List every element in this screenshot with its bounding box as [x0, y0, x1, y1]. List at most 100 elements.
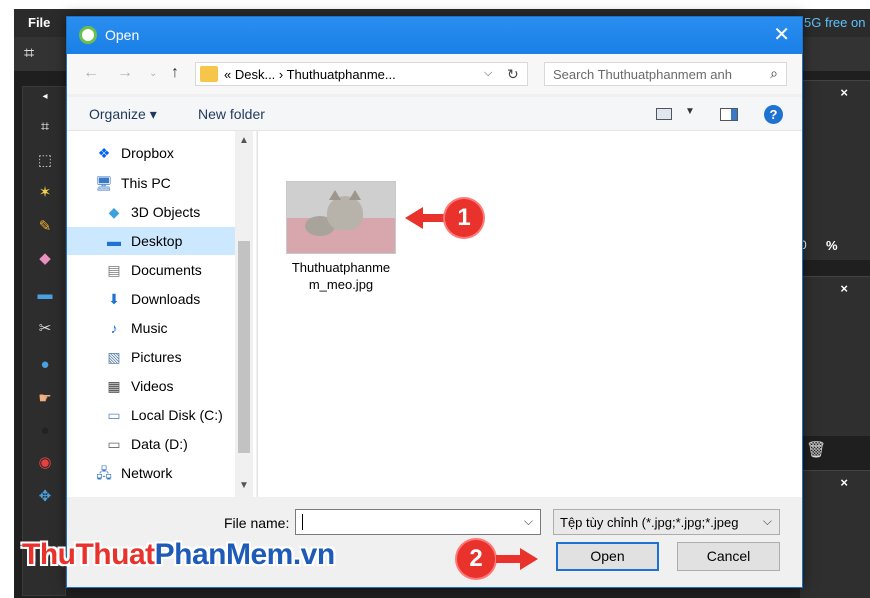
sidebar-item-local-disk-c[interactable]: ▭ Local Disk (C:): [67, 401, 235, 429]
magic-wand-icon[interactable]: ✶: [23, 177, 67, 207]
forward-arrow-icon[interactable]: →: [117, 64, 133, 82]
blur-drop-icon[interactable]: ●: [23, 349, 67, 379]
command-bar: Organize ▾ New folder ▼ ?: [67, 97, 802, 131]
folder-icon: [200, 66, 218, 82]
sidebar-item-label: Data (D:): [131, 436, 188, 452]
cube-icon: ◆: [108, 204, 120, 220]
file-name-line: m_meo.jpg: [308, 277, 374, 292]
scroll-thumb[interactable]: [238, 241, 250, 453]
sidebar-item-data-d[interactable]: ▭ Data (D:): [67, 430, 235, 458]
crop-tool-icon[interactable]: ⌗: [23, 111, 67, 141]
computer-icon: 🖥: [95, 175, 113, 191]
sidebar-item-pictures[interactable]: ▧ Pictures: [67, 343, 235, 371]
view-dropdown-icon[interactable]: ▼: [685, 106, 695, 117]
address-dropdown-icon[interactable]: ⌵: [484, 67, 492, 80]
close-icon[interactable]: ×: [840, 281, 848, 296]
desktop-icon: ▬: [107, 233, 121, 249]
sidebar-item-label: Videos: [131, 378, 174, 394]
right-panel-1: ×: [800, 80, 870, 260]
file-thumbnail[interactable]: [286, 181, 396, 254]
recent-locations-chevron-icon[interactable]: ⌄: [149, 68, 157, 79]
app-icon: [79, 26, 97, 44]
sidebar-item-label: Documents: [131, 262, 202, 278]
help-icon[interactable]: ?: [764, 105, 783, 124]
open-file-dialog: Open ✕ ← → ⌄ ↑ « Desk... › Thuthuatphanm…: [66, 16, 803, 588]
nav-scrollbar[interactable]: ▲ ▼: [235, 131, 253, 497]
breadcrumb[interactable]: « Desk... › Thuthuatphanme...: [224, 67, 396, 82]
smudge-finger-icon[interactable]: ☛: [23, 383, 67, 413]
document-icon: ▤: [107, 262, 121, 278]
chevron-down-icon[interactable]: ⌵: [524, 514, 533, 529]
new-folder-button[interactable]: New folder: [198, 106, 265, 122]
file-type-select[interactable]: Tệp tùy chỉnh (*.jpg;*.jpg;*.jpeg ⌵: [553, 509, 780, 535]
cancel-button[interactable]: Cancel: [677, 542, 780, 571]
disk-icon: ▭: [107, 407, 121, 423]
view-options-icon[interactable]: [656, 108, 672, 120]
music-icon: ♪: [110, 320, 118, 336]
pencil-icon[interactable]: ✎: [23, 211, 67, 241]
arrow-shaft: [421, 214, 445, 222]
storage-note: 5G free on: [804, 15, 866, 30]
refresh-icon[interactable]: ↻: [507, 66, 519, 83]
sidebar-item-label: Dropbox: [121, 145, 174, 161]
search-input[interactable]: Search Thuthuatphanmem anh ⌕: [544, 62, 787, 86]
move-icon[interactable]: ✥: [23, 481, 67, 511]
search-placeholder: Search Thuthuatphanmem anh: [553, 67, 732, 82]
sidebar-item-videos[interactable]: ▦ Videos: [67, 372, 235, 400]
sidebar-item-label: Downloads: [131, 291, 201, 307]
watermark-part1: ThuThuat: [22, 538, 155, 571]
gradient-icon[interactable]: ▬: [23, 279, 67, 309]
sidebar-item-3d-objects[interactable]: ◆ 3D Objects: [67, 198, 235, 226]
toolbox: ◂ ⌗ ⬚ ✶ ✎ ◆ ▬ ✂ ● ☛ ● ◉ ✥: [22, 86, 66, 596]
step-1-callout: 1: [445, 199, 483, 237]
close-icon[interactable]: ×: [840, 475, 848, 490]
arrow-shaft: [496, 555, 520, 563]
download-icon: ⬇: [108, 291, 120, 307]
navigation-row: ← → ⌄ ↑ « Desk... › Thuthuatphanme... ⌵ …: [67, 54, 802, 94]
trash-icon[interactable]: 🗑: [806, 440, 826, 460]
file-name-input[interactable]: ⌵: [295, 509, 541, 535]
sidebar-item-music[interactable]: ♪ Music: [67, 314, 235, 342]
watermark-part2: PhanMem.vn: [154, 538, 336, 571]
sidebar-item-label: Local Disk (C:): [131, 407, 223, 423]
marquee-tool-icon[interactable]: ⬚: [23, 145, 67, 175]
dialog-close-button[interactable]: ✕: [773, 23, 790, 47]
sidebar-item-label: 3D Objects: [131, 204, 201, 220]
clone-stamp-icon[interactable]: ✂: [23, 313, 67, 343]
menu-file[interactable]: File: [28, 15, 50, 30]
dropbox-icon: ❖: [97, 145, 111, 161]
burn-icon[interactable]: ●: [23, 415, 67, 445]
sidebar-item-dropbox[interactable]: ❖ Dropbox: [67, 139, 235, 167]
eraser-icon[interactable]: ◆: [23, 243, 67, 273]
file-name-label[interactable]: Thuthuatphanme m_meo.jpg: [278, 259, 404, 293]
chevron-down-icon[interactable]: ⌵: [763, 514, 772, 529]
sidebar-item-documents[interactable]: ▤ Documents: [67, 256, 235, 284]
preview-pane-icon[interactable]: [720, 108, 738, 121]
address-bar[interactable]: « Desk... › Thuthuatphanme... ⌵ ↻: [195, 62, 528, 86]
arrow-right-icon: [520, 548, 538, 570]
sidebar-item-this-pc[interactable]: 🖥 This PC: [67, 169, 235, 197]
organize-button[interactable]: Organize ▾: [89, 106, 157, 123]
sidebar-item-downloads[interactable]: ⬇ Downloads: [67, 285, 235, 313]
network-icon: 🖧: [96, 465, 112, 481]
file-list: Thuthuatphanme m_meo.jpg: [257, 131, 802, 497]
up-arrow-icon[interactable]: ↑: [171, 64, 179, 82]
right-panel-2: ×: [800, 276, 870, 436]
back-arrow-icon[interactable]: ←: [83, 64, 99, 82]
crop-icon[interactable]: ⌗: [24, 43, 34, 64]
open-button[interactable]: Open: [556, 542, 659, 571]
toolbox-collapse-button[interactable]: ◂: [23, 87, 67, 107]
sidebar-item-label: Network: [121, 465, 173, 481]
file-type-value: Tệp tùy chỉnh (*.jpg;*.jpg;*.jpeg: [560, 515, 739, 530]
sidebar-item-network[interactable]: 🖧 Network: [67, 459, 235, 487]
red-eye-icon[interactable]: ◉: [23, 447, 67, 477]
close-icon[interactable]: ×: [840, 85, 848, 100]
sidebar-item-label: This PC: [121, 175, 171, 191]
drive-icon: ▭: [107, 436, 121, 452]
scroll-down-icon[interactable]: ▼: [239, 480, 249, 491]
step-2-callout: 2: [457, 540, 495, 578]
sidebar-item-desktop[interactable]: ▬ Desktop: [67, 227, 235, 255]
pictures-icon: ▧: [107, 349, 121, 365]
scroll-up-icon[interactable]: ▲: [239, 135, 249, 146]
sidebar-item-label: Music: [131, 320, 168, 336]
